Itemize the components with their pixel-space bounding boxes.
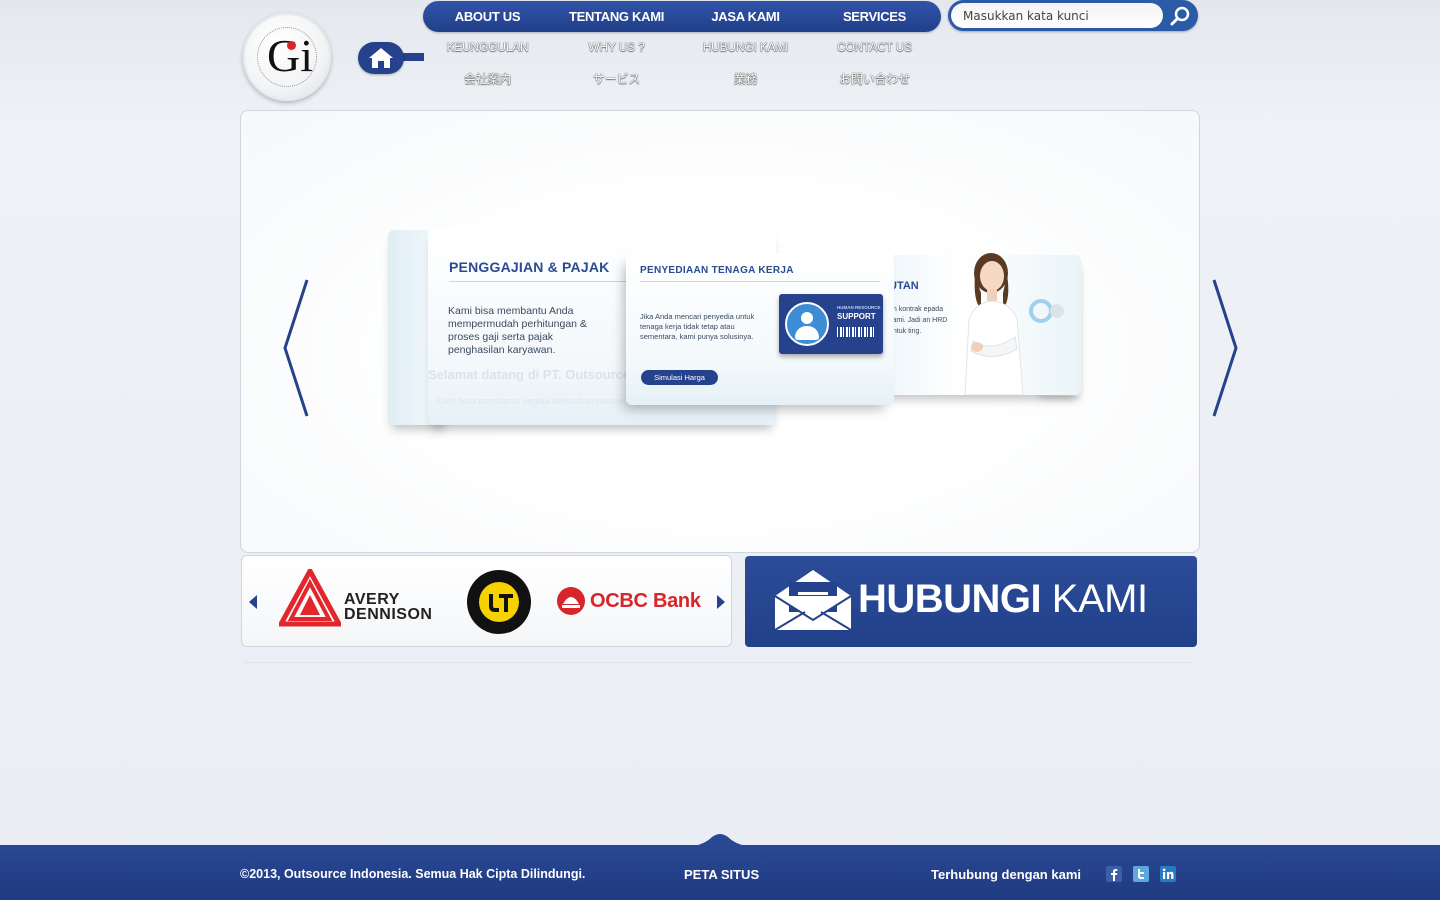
support-id-card: HUMAN RESOURCE SUPPORT: [779, 294, 883, 354]
envelope-icon: [773, 568, 853, 637]
search-box: [948, 0, 1198, 31]
ocbc-bank-text: OCBC Bank: [590, 589, 701, 612]
sub-nav-row-1: KEUNGGULAN WHY US ? HUBUNGI KAMI CONTACT…: [423, 40, 941, 54]
main-nav: ABOUT US TENTANG KAMI JASA KAMI SERVICES: [423, 1, 941, 32]
slide-card3-content: UTAN an kontrak epada kami. Jadi an HRD …: [889, 255, 959, 395]
slide-faint-text: Kami bisa membantu segala kebutuhan outs…: [436, 396, 644, 406]
logo-letters: Gi: [267, 30, 313, 81]
slide-faint-heading: Selamat datang di PT. Outsource: [428, 367, 631, 382]
nav-service-jp[interactable]: サービス: [552, 70, 681, 87]
search-button[interactable]: [1168, 4, 1192, 28]
nav-tentang-kami[interactable]: TENTANG KAMI: [552, 9, 681, 24]
triangle-right-icon: [717, 595, 725, 609]
footer: ©2013, Outsource Indonesia. Semua Hak Ci…: [0, 845, 1440, 900]
page: Gi ABOUT US TENTANG KAMI JASA KAMI SERVI…: [0, 0, 1440, 900]
avery-dennison-text: AVERY DENNISON: [344, 591, 433, 623]
avery-dennison-logo: [276, 565, 344, 632]
nav-company-jp[interactable]: 会社案内: [423, 70, 552, 87]
connect-label: Terhubung dengan kami: [931, 867, 1081, 882]
chevron-right-icon: [1212, 279, 1238, 417]
logo-mark: Gi: [257, 27, 317, 87]
slide-card-text: an kontrak epada kami. Jadi an HRD untuk…: [889, 306, 948, 335]
avatar-body: [795, 326, 819, 340]
nav-why-us[interactable]: WHY US ?: [552, 40, 681, 54]
content-divider: [245, 662, 1193, 663]
nav-about-us[interactable]: ABOUT US: [423, 9, 552, 24]
united-tractors-logo: [467, 570, 531, 634]
nav-inquiry-jp[interactable]: お問い合わせ: [810, 70, 939, 87]
contact-bold-text: HUBUNGI: [858, 577, 1042, 621]
client-carousel: AVERY DENNISON OCBC Bank: [241, 555, 732, 647]
nav-contact-us[interactable]: CONTACT US: [810, 40, 939, 54]
id-card-label: SUPPORT: [837, 312, 876, 321]
slide-card-title: PENGGAJIAN & PAJAK: [449, 259, 610, 275]
twitter-icon[interactable]: [1133, 866, 1149, 882]
barcode-icon: [837, 327, 875, 337]
avery-triangle-icon: [276, 565, 344, 627]
id-card-caption: HUMAN RESOURCE: [837, 305, 881, 310]
search-icon: [1170, 6, 1190, 26]
chevron-left-icon: [283, 279, 309, 417]
contact-banner-text: HUBUNGI KAMI: [858, 577, 1148, 622]
client-next-button[interactable]: [716, 594, 726, 615]
avatar-head: [801, 312, 813, 324]
woman-illustration: [964, 253, 1024, 395]
facebook-icon[interactable]: [1106, 866, 1122, 882]
slider-next-button[interactable]: [1212, 278, 1240, 423]
home-icon: [369, 48, 393, 68]
nav-jasa-kami[interactable]: JASA KAMI: [681, 9, 810, 24]
linkedin-icon[interactable]: [1160, 866, 1176, 882]
ut-icon: [479, 582, 519, 622]
nav-keunggulan[interactable]: KEUNGGULAN: [423, 40, 552, 54]
slide-card-text: Jika Anda mencari penyedia untuk tenaga …: [640, 312, 755, 341]
client-prev-button[interactable]: [248, 594, 258, 615]
contact-light-text: KAMI: [1051, 577, 1148, 621]
search-input[interactable]: [951, 3, 1163, 28]
site-logo[interactable]: Gi: [243, 13, 331, 101]
slide-card-text: Kami bisa membantu Anda mempermudah perh…: [448, 305, 587, 356]
logo-red-dot: [287, 41, 296, 50]
user-avatar-icon: [785, 302, 829, 346]
sitemap-link[interactable]: PETA SITUS: [684, 867, 759, 882]
price-simulation-button[interactable]: Simulasi Harga: [641, 370, 718, 385]
triangle-left-icon: [249, 595, 257, 609]
hero-slider: PENGGAJIAN & PAJAK Kami bisa membantu An…: [240, 110, 1238, 553]
slide-card-divider: [640, 281, 880, 282]
nav-hubungi-kami[interactable]: HUBUNGI KAMI: [681, 40, 810, 54]
avery-line-2: DENNISON: [344, 606, 433, 623]
avery-line-1: AVERY: [344, 591, 400, 608]
nav-business-jp[interactable]: 業務: [681, 70, 810, 87]
contact-us-banner[interactable]: HUBUNGI KAMI: [745, 556, 1197, 647]
home-button[interactable]: [358, 42, 404, 74]
sub-nav-row-2: 会社案内 サービス 業務 お問い合わせ: [423, 70, 941, 87]
slider-prev-button[interactable]: [281, 278, 309, 423]
copyright-text: ©2013, Outsource Indonesia. Semua Hak Ci…: [240, 867, 586, 881]
ocbc-emblem-icon: [557, 587, 585, 615]
ocbc-bank-logo: OCBC Bank: [556, 586, 701, 616]
slide-card-title: PENYEDIAAN TENAGA KERJA: [640, 265, 794, 276]
slide-card-manpower[interactable]: PENYEDIAAN TENAGA KERJA Jika Anda mencar…: [626, 253, 894, 405]
nav-services[interactable]: SERVICES: [810, 9, 939, 24]
